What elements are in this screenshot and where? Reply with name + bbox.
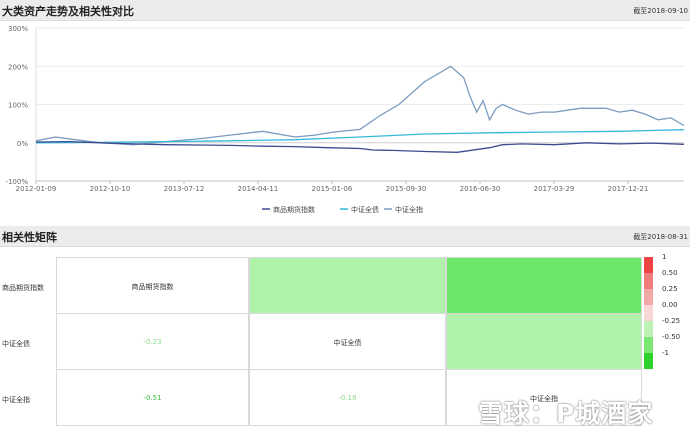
x-tick-label: 2015-01-06 xyxy=(312,185,353,193)
matrix-section-header: 相关性矩阵 截至2018-08-31 xyxy=(0,226,690,247)
y-tick-label: 300% xyxy=(8,25,28,33)
matrix-cell: 商品期货指数 xyxy=(56,257,249,314)
matrix-row-label: 商品期货指数 xyxy=(2,284,44,292)
matrix-cell: -0.23 xyxy=(56,313,249,370)
matrix-cell xyxy=(446,257,642,314)
scale-swatch xyxy=(644,289,653,305)
matrix-section-title: 相关性矩阵 xyxy=(2,231,57,244)
x-tick-label: 2017-03-29 xyxy=(534,185,575,193)
scale-label: -0.25 xyxy=(662,317,681,325)
legend-item-label: 中证全债 xyxy=(351,205,379,214)
y-tick-label: 100% xyxy=(8,102,28,110)
scale-label: 1 xyxy=(662,253,667,261)
series-line xyxy=(35,129,685,144)
scale-swatch xyxy=(644,337,653,353)
matrix-row-label: 中证全债 xyxy=(2,340,30,348)
watermark: 雪球：P城酒家 xyxy=(478,399,654,428)
x-tick-label: 2014-04-11 xyxy=(238,185,279,193)
matrix-section-date: 截至2018-08-31 xyxy=(633,233,688,241)
matrix-cell: -0.18 xyxy=(249,369,446,426)
scale-swatch xyxy=(644,305,653,321)
x-tick-label: 2017-12-21 xyxy=(608,185,649,193)
legend-item-label: 商品期货指数 xyxy=(273,205,315,214)
x-tick-label: 2012-10-10 xyxy=(90,185,131,193)
matrix-cell: -0.51 xyxy=(56,369,249,426)
matrix-cell-value: 商品期货指数 xyxy=(131,283,174,291)
legend-item-label: 中证全指 xyxy=(395,205,423,214)
asset-trend-chart: 300%200%100%0%-100%2012-01-09 2012-10-10 2… xyxy=(5,25,685,214)
y-tick-label: 200% xyxy=(8,63,28,71)
x-tick-label: 2016-06-30 xyxy=(460,185,501,193)
matrix-cell-value: -0.18 xyxy=(338,394,357,402)
trend-section-date: 截至2018-09-10 xyxy=(633,7,688,15)
scale-label: -1 xyxy=(662,349,669,357)
series-line xyxy=(35,65,685,146)
scale-swatch xyxy=(644,321,653,337)
scale-label: -0.50 xyxy=(662,333,681,341)
x-tick-label: 2015-09-30 xyxy=(386,185,427,193)
x-tick-label: 2013-07-12 xyxy=(164,185,205,193)
matrix-row-label: 中证全指 xyxy=(2,396,30,404)
scale-label: 0.00 xyxy=(662,301,678,309)
matrix-cell-value: 中证全债 xyxy=(333,339,362,347)
matrix-cell-value: -0.23 xyxy=(143,338,162,346)
scale-swatch xyxy=(644,273,653,289)
scale-label: 0.25 xyxy=(662,285,678,293)
trend-section-header: 大类资产走势及相关性对比 截至2018-09-10 xyxy=(0,0,690,21)
trend-section-title: 大类资产走势及相关性对比 xyxy=(2,5,134,18)
y-tick-label: 0% xyxy=(17,140,28,148)
matrix-cell xyxy=(249,257,446,314)
matrix-cell-value: -0.51 xyxy=(143,394,162,402)
matrix-cell xyxy=(446,313,642,370)
scale-label: 0.50 xyxy=(662,269,678,277)
scale-swatch xyxy=(644,353,653,369)
matrix-cell: 中证全债 xyxy=(249,313,446,370)
scale-swatch xyxy=(644,257,653,273)
x-tick-label: 2012-01-09 xyxy=(16,185,57,193)
